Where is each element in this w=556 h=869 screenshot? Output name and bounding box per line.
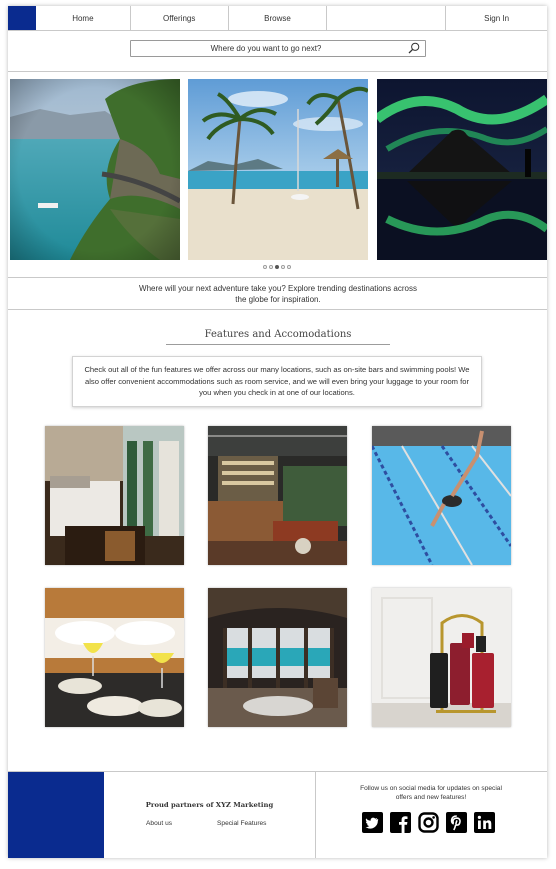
carousel-dot-4[interactable] [281, 265, 285, 269]
pinterest-icon[interactable] [446, 812, 467, 833]
nav-offerings[interactable]: Offerings [131, 6, 229, 30]
about-us-link[interactable]: About us [146, 820, 172, 827]
search-input[interactable] [131, 42, 401, 55]
footer-links: Proud partners of XYZ Marketing About us… [104, 772, 316, 858]
carousel-dot-3[interactable] [275, 265, 279, 269]
search-icon[interactable] [408, 42, 420, 54]
hotel-bar-photo[interactable] [208, 426, 347, 565]
ocean-view-suite-photo[interactable] [208, 588, 347, 727]
linkedin-icon[interactable] [474, 812, 495, 833]
brand-logo-block[interactable] [8, 6, 36, 30]
facebook-icon[interactable] [390, 812, 411, 833]
social-icons [362, 812, 495, 833]
carousel-dot-2[interactable] [269, 265, 273, 269]
search-bar [130, 40, 426, 57]
special-features-link[interactable]: Special Features [217, 820, 266, 827]
luggage-cart-photo[interactable] [372, 588, 511, 727]
carousel-dots [263, 265, 291, 269]
features-title: Features and Accomodations [166, 329, 390, 345]
carousel-dot-5[interactable] [287, 265, 291, 269]
nav-home[interactable]: Home [36, 6, 131, 30]
footer-brand-block [8, 772, 104, 858]
follow-text: Follow us on social media for updates on… [360, 785, 502, 801]
top-nav: Home Offerings Browse Sign In [8, 6, 547, 31]
hotel-bedroom-photo[interactable] [45, 426, 184, 565]
divider [8, 71, 547, 72]
nav-browse[interactable]: Browse [229, 6, 328, 30]
tropical-beach-palms-photo[interactable] [188, 79, 368, 260]
hero-tagline: Where will your next adventure take you?… [139, 284, 417, 304]
nav-empty-slot[interactable] [327, 6, 447, 30]
northern-lights-mountain-photo[interactable] [377, 79, 547, 260]
footer-social: Follow us on social media for updates on… [315, 772, 547, 858]
nav-sign-in[interactable]: Sign In [446, 6, 547, 30]
coastal-cliff-road-photo[interactable] [10, 79, 180, 260]
divider [8, 309, 547, 310]
page-frame: Home Offerings Browse Sign In Where do y… [8, 6, 547, 858]
features-description: Check out all of the fun features we off… [72, 356, 482, 407]
room-service-breakfast-photo[interactable] [45, 588, 184, 727]
partner-text: Proud partners of XYZ Marketing [145, 801, 274, 809]
divider [8, 277, 547, 278]
footer: Proud partners of XYZ Marketing About us… [8, 771, 547, 858]
carousel-dot-1[interactable] [263, 265, 267, 269]
swimming-pool-dive-photo[interactable] [372, 426, 511, 565]
twitter-icon[interactable] [362, 812, 383, 833]
instagram-icon[interactable] [418, 812, 439, 833]
